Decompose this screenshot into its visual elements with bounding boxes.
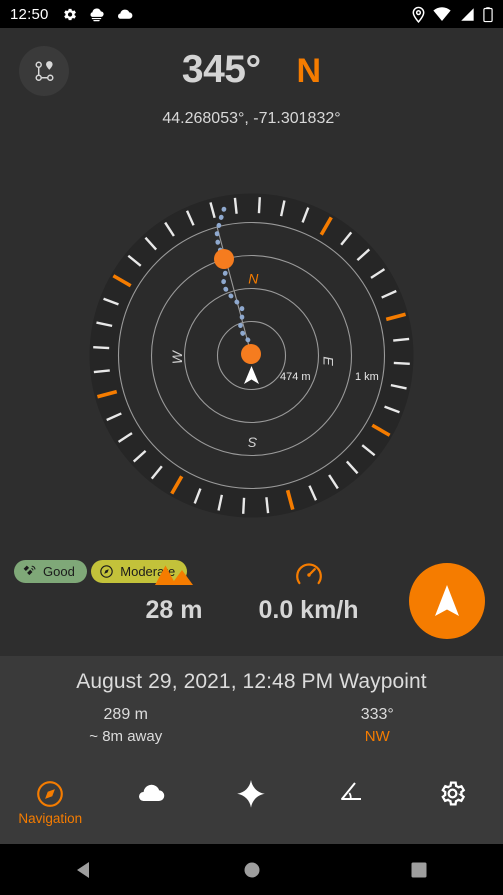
waypoint-panel[interactable]: August 29, 2021, 12:48 PM Waypoint 289 m… [0, 656, 503, 770]
nav-item-navigation-label: Navigation [18, 811, 83, 826]
satellite-icon [23, 565, 36, 576]
heading-row: 345° N [0, 48, 503, 92]
battery-icon [483, 6, 493, 22]
header: 345° N 44.268053°, -71.301832° [0, 28, 503, 178]
status-bar: 12:50 [0, 0, 503, 28]
navigate-fab-button[interactable] [409, 563, 485, 639]
waypoint-title: August 29, 2021, 12:48 PM Waypoint [76, 670, 427, 693]
mountain-icon [118, 558, 230, 592]
status-left-icons [61, 6, 412, 23]
compass-label-north: N [248, 270, 259, 286]
compass-label-west: W [169, 349, 185, 364]
waypoint-distance: 289 m [103, 706, 148, 723]
gear-icon [441, 781, 466, 806]
status-right-icons [412, 6, 493, 23]
elevation-stat: 28 m [118, 558, 230, 625]
compass-icon [37, 781, 64, 807]
nav-item-astronomy[interactable] [201, 770, 302, 809]
location-pin-icon [412, 6, 425, 23]
android-back-button[interactable] [0, 861, 168, 879]
status-badge-gps[interactable]: Good [14, 560, 87, 583]
star-icon [237, 780, 266, 808]
nav-item-settings[interactable] [402, 770, 503, 808]
recents-square-icon [411, 862, 427, 877]
android-recents-button[interactable] [335, 862, 503, 878]
waypoint-distance-sub: ~ 8m away [89, 728, 163, 745]
waypoint-distance-col: 289 m ~ 8m away [0, 706, 252, 745]
wifi-icon [433, 6, 451, 21]
heading-degrees: 345° [181, 48, 261, 91]
android-navigation-bar [0, 844, 503, 895]
bottom-navigation: Navigation [0, 770, 503, 844]
cell-signal-icon [461, 7, 474, 21]
coordinates: 44.268053°, -71.301832° [162, 110, 341, 127]
speed-value: 0.0 km/h [258, 596, 359, 624]
app-root: 12:50 345° N 44.268053°, -71.301832° N E… [0, 0, 503, 895]
nav-item-navigation[interactable]: Navigation [0, 770, 101, 826]
compass-radar[interactable]: N E S W 474 m 1 km [84, 188, 419, 523]
compass-icon [100, 565, 114, 578]
home-circle-icon [244, 862, 259, 877]
status-clock: 12:50 [10, 5, 49, 23]
waypoint-bearing-sub: NW [364, 728, 390, 745]
outer-range-label: 1 km [355, 371, 379, 383]
speed-stat: 0.0 km/h [236, 558, 381, 625]
stats-row: Good Moderate 28 m 0.0 km/h [0, 550, 503, 655]
inner-range-label: 474 m [280, 371, 311, 383]
nav-item-inclinometer[interactable] [302, 770, 403, 805]
cloud-icon [138, 784, 165, 802]
waypoint-details: 289 m ~ 8m away 333° NW [0, 706, 503, 745]
compass-label-east: E [321, 356, 337, 366]
nav-item-weather[interactable] [101, 770, 202, 805]
angle-icon [341, 782, 362, 800]
gear-icon [63, 8, 76, 20]
back-triangle-icon [76, 861, 89, 878]
status-badge-gps-label: Good [43, 564, 75, 579]
navigation-arrow-icon [435, 585, 459, 616]
waypoint-bearing-col: 333° NW [252, 706, 503, 745]
speedometer-icon [236, 558, 381, 592]
compass-label-south: S [247, 434, 257, 450]
elevation-value: 28 m [145, 596, 203, 624]
cloud-dark-icon [90, 8, 104, 21]
heading-cardinal: N [296, 52, 322, 90]
waypoint-marker[interactable] [214, 249, 234, 269]
android-home-button[interactable] [168, 861, 336, 879]
waypoint-bearing: 333° [360, 706, 394, 723]
waypoint-marker[interactable] [241, 344, 261, 364]
cloud-icon [117, 9, 132, 19]
